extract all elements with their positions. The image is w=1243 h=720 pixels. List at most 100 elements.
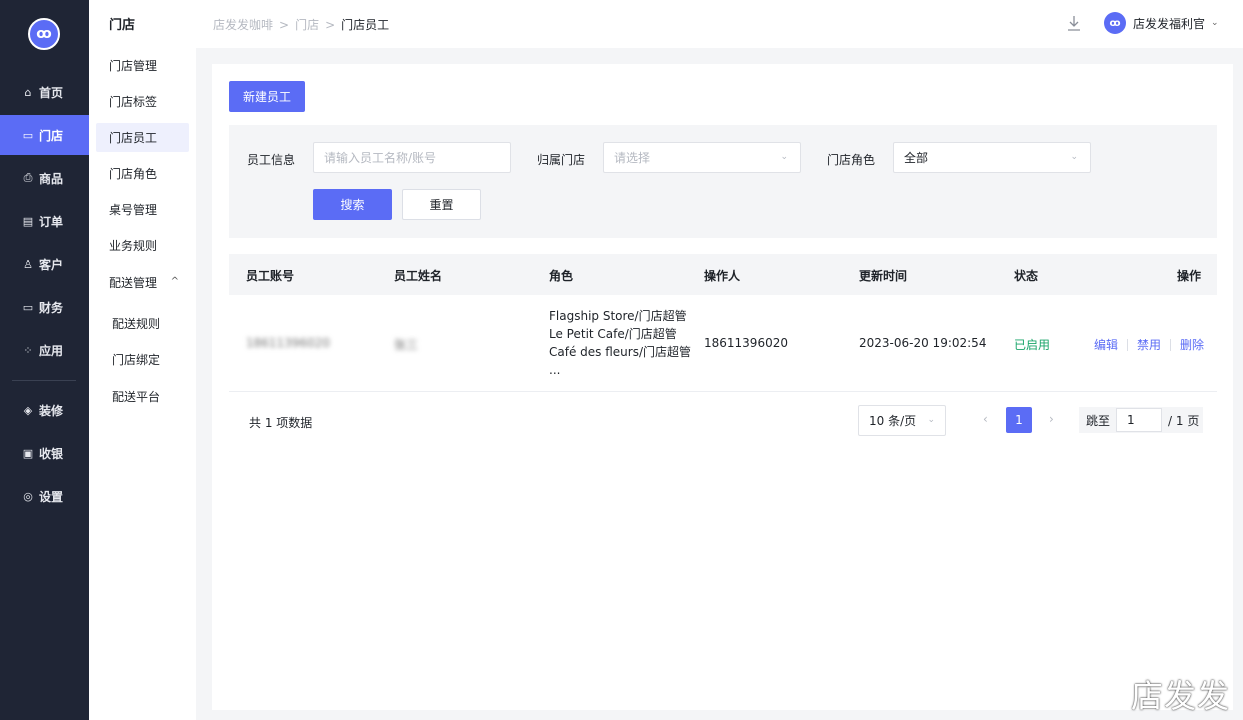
rail-item-products[interactable]: ⎙ 商品 <box>0 158 89 198</box>
wallet-icon: ▭ <box>22 300 34 314</box>
chevron-down-icon: ⌄ <box>780 152 788 162</box>
user-name: 店发发福利官 <box>1133 16 1206 31</box>
subnav-item-store-roles[interactable]: 门店角色 <box>96 159 189 188</box>
store-role-value: 全部 <box>904 151 929 165</box>
column-header: 角色 <box>549 269 574 283</box>
role-line: Flagship Store/门店超管 <box>549 309 687 323</box>
rail-item-store[interactable]: ▭ 门店 <box>0 115 89 155</box>
disable-button[interactable]: 禁用 <box>1137 336 1161 353</box>
search-button[interactable]: 搜索 <box>313 189 392 220</box>
jump-label: 跳至 <box>1086 413 1111 428</box>
employee-search-input[interactable] <box>313 142 511 173</box>
user-icon: ♙ <box>23 257 33 271</box>
subnav-item-store-tags[interactable]: 门店标签 <box>96 87 189 116</box>
column-header: 状态 <box>1014 269 1039 283</box>
rail-item-home[interactable]: ⌂ 首页 <box>0 72 89 112</box>
total-pages: / 1 页 <box>1168 413 1200 428</box>
watermark: 店发发 <box>1131 677 1231 715</box>
content-card: 新建员工 员工信息 归属门店 请选择 ⌄ 门店角色 全部 ⌄ 搜索 重置 员工账… <box>212 64 1233 710</box>
filter-panel: 员工信息 归属门店 请选择 ⌄ 门店角色 全部 ⌄ 搜索 重置 <box>229 125 1217 238</box>
updated-time: 2023-06-20 19:02:54 <box>859 336 987 350</box>
breadcrumb-current: 门店员工 <box>341 18 390 32</box>
rail-item-label: 收银 <box>39 446 64 461</box>
column-header: 员工姓名 <box>394 269 443 283</box>
subnav-item-table-numbers[interactable]: 桌号管理 <box>96 195 189 224</box>
rail-item-label: 订单 <box>39 214 64 229</box>
column-header: 更新时间 <box>859 269 908 283</box>
jump-page-input[interactable] <box>1116 408 1163 432</box>
breadcrumb: 店发发咖啡 > 门店 > 门店员工 <box>213 16 389 33</box>
rail-item-label: 财务 <box>39 300 64 315</box>
new-employee-button[interactable]: 新建员工 <box>229 81 305 112</box>
subnav-item-store-management[interactable]: 门店管理 <box>96 51 189 80</box>
store-label: 归属门店 <box>537 153 586 167</box>
rail-item-cashier[interactable]: ▣ 收银 <box>0 433 89 473</box>
rail-item-label: 首页 <box>39 85 64 100</box>
home-icon: ⌂ <box>24 85 32 99</box>
subnav-item-store-binding[interactable]: 门店绑定 <box>96 345 189 374</box>
breadcrumb-item[interactable]: 店发发咖啡 <box>213 18 273 32</box>
status-badge: 已启用 <box>1014 338 1051 352</box>
chevron-down-icon: ⌄ <box>1070 152 1078 162</box>
subnav-item-business-rules[interactable]: 业务规则 <box>96 231 189 260</box>
breadcrumb-item[interactable]: 门店 <box>295 18 319 32</box>
page-size-select[interactable]: 10 条/页 ⌄ <box>858 405 946 436</box>
subnav-title: 门店 <box>109 18 136 33</box>
breadcrumb-separator: > <box>279 18 290 32</box>
table-row: 18611396020 张三 Flagship Store/门店超管 Le Pe… <box>229 295 1217 392</box>
rail-item-label: 设置 <box>39 489 64 504</box>
reset-button[interactable]: 重置 <box>402 189 481 220</box>
subnav-item-label: 配送管理 <box>109 276 158 290</box>
employee-account: 18611396020 <box>246 336 330 350</box>
subnav-item-store-employees[interactable]: 门店员工 <box>96 123 189 152</box>
next-page-icon[interactable]: › <box>1049 412 1054 426</box>
rail-item-customers[interactable]: ♙ 客户 <box>0 244 89 284</box>
rail-item-label: 装修 <box>39 403 64 418</box>
page-number-current[interactable]: 1 <box>1006 407 1032 433</box>
page-jumper: 跳至 / 1 页 <box>1079 407 1203 433</box>
rail-item-label: 应用 <box>39 343 64 358</box>
role-line: Le Petit Cafe/门店超管 <box>549 327 677 341</box>
rail-item-label: 门店 <box>39 128 64 143</box>
employee-name: 张三 <box>394 338 419 352</box>
rail-item-orders[interactable]: ▤ 订单 <box>0 201 89 241</box>
store-role-select[interactable]: 全部 ⌄ <box>893 142 1091 173</box>
store-select[interactable]: 请选择 ⌄ <box>603 142 801 173</box>
edit-button[interactable]: 编辑 <box>1094 336 1118 353</box>
row-actions: 编辑 禁用 删除 <box>1094 336 1204 353</box>
role-line: ... <box>549 363 561 377</box>
rail-item-label: 商品 <box>39 171 64 186</box>
rail-item-settings[interactable]: ◎ 设置 <box>0 476 89 516</box>
settings-icon: ◎ <box>23 489 33 503</box>
user-menu[interactable]: ꝏ 店发发福利官 ⌄ <box>1104 12 1219 34</box>
layers-icon: ◈ <box>23 403 33 417</box>
brand-logo-icon[interactable]: ꝏ <box>28 18 60 50</box>
column-header: 操作 <box>1177 269 1202 283</box>
column-header: 操作人 <box>704 269 741 283</box>
apps-grid-icon: ⁘ <box>23 343 33 357</box>
rail-item-decoration[interactable]: ◈ 装修 <box>0 390 89 430</box>
top-header: 店发发咖啡 > 门店 > 门店员工 ꝏ 店发发福利官 ⌄ <box>196 0 1243 48</box>
page-size-value: 10 条/页 <box>869 414 917 428</box>
cashier-icon: ▣ <box>22 446 34 460</box>
column-header: 员工账号 <box>246 269 295 283</box>
rail-item-finance[interactable]: ▭ 财务 <box>0 287 89 327</box>
store-icon: ▭ <box>22 128 34 142</box>
rail-item-apps[interactable]: ⁘ 应用 <box>0 330 89 370</box>
download-icon[interactable] <box>1066 14 1082 32</box>
chevron-up-icon: ^ <box>170 276 179 287</box>
store-select-placeholder: 请选择 <box>614 151 651 165</box>
main-rail: ꝏ ⌂ 首页 ▭ 门店 ⎙ 商品 ▤ 订单 ♙ 客户 ▭ 财务 ⁘ 应用 ◈ 装… <box>0 0 89 720</box>
subnav-item-delivery-rules[interactable]: 配送规则 <box>96 309 189 338</box>
delete-button[interactable]: 删除 <box>1180 336 1204 353</box>
rail-divider <box>12 380 76 381</box>
operator: 18611396020 <box>704 336 788 350</box>
table-header: 员工账号 员工姓名 角色 操作人 更新时间 状态 操作 <box>229 254 1217 295</box>
prev-page-icon[interactable]: ‹ <box>983 412 988 426</box>
employee-info-label: 员工信息 <box>247 153 296 167</box>
employee-roles: Flagship Store/门店超管 Le Petit Cafe/门店超管 C… <box>549 307 691 379</box>
subnav-item-delivery-management[interactable]: 配送管理 ^ <box>96 268 189 297</box>
total-count: 共 1 项数据 <box>249 416 313 430</box>
bag-icon: ⎙ <box>23 171 33 184</box>
subnav-item-delivery-platform[interactable]: 配送平台 <box>96 382 189 411</box>
